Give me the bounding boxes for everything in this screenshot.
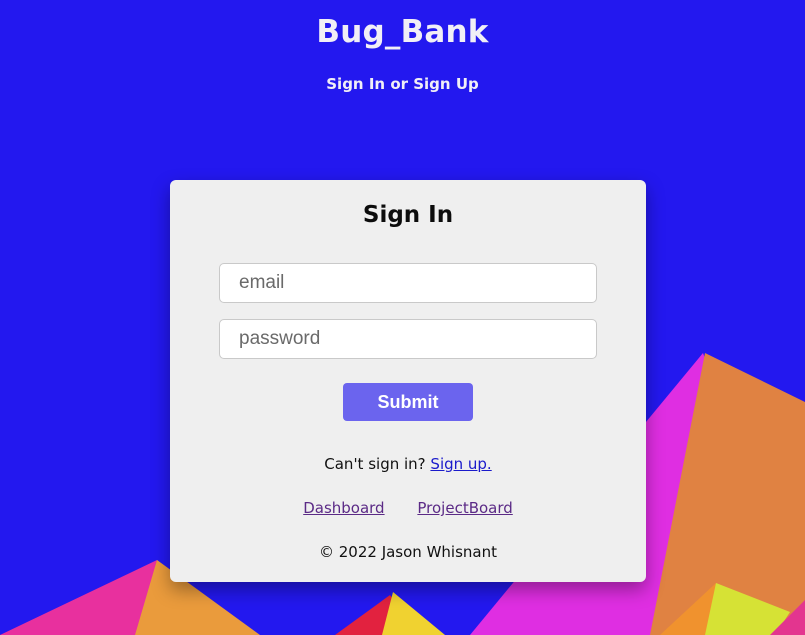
nav-links: Dashboard ProjectBoard [170,499,646,517]
signup-link[interactable]: Sign up. [430,455,491,473]
email-field[interactable] [219,263,597,303]
signin-title: Sign In [362,202,454,228]
signup-prompt-text: Can't sign in? [324,455,426,473]
mountain-yellow [382,592,445,635]
signin-card: Sign In Submit Can't sign in? Sign up. D… [170,180,646,582]
dashboard-link[interactable]: Dashboard [303,499,384,517]
signup-prompt: Can't sign in? Sign up. [170,455,646,473]
submit-button[interactable]: Submit [343,383,473,421]
password-field[interactable] [219,319,597,359]
app-title: Bug_Bank [316,14,489,50]
app-subtitle: Sign In or Sign Up [326,75,479,93]
copyright-footer: © 2022 Jason Whisnant [318,543,497,561]
projectboard-link[interactable]: ProjectBoard [417,499,512,517]
